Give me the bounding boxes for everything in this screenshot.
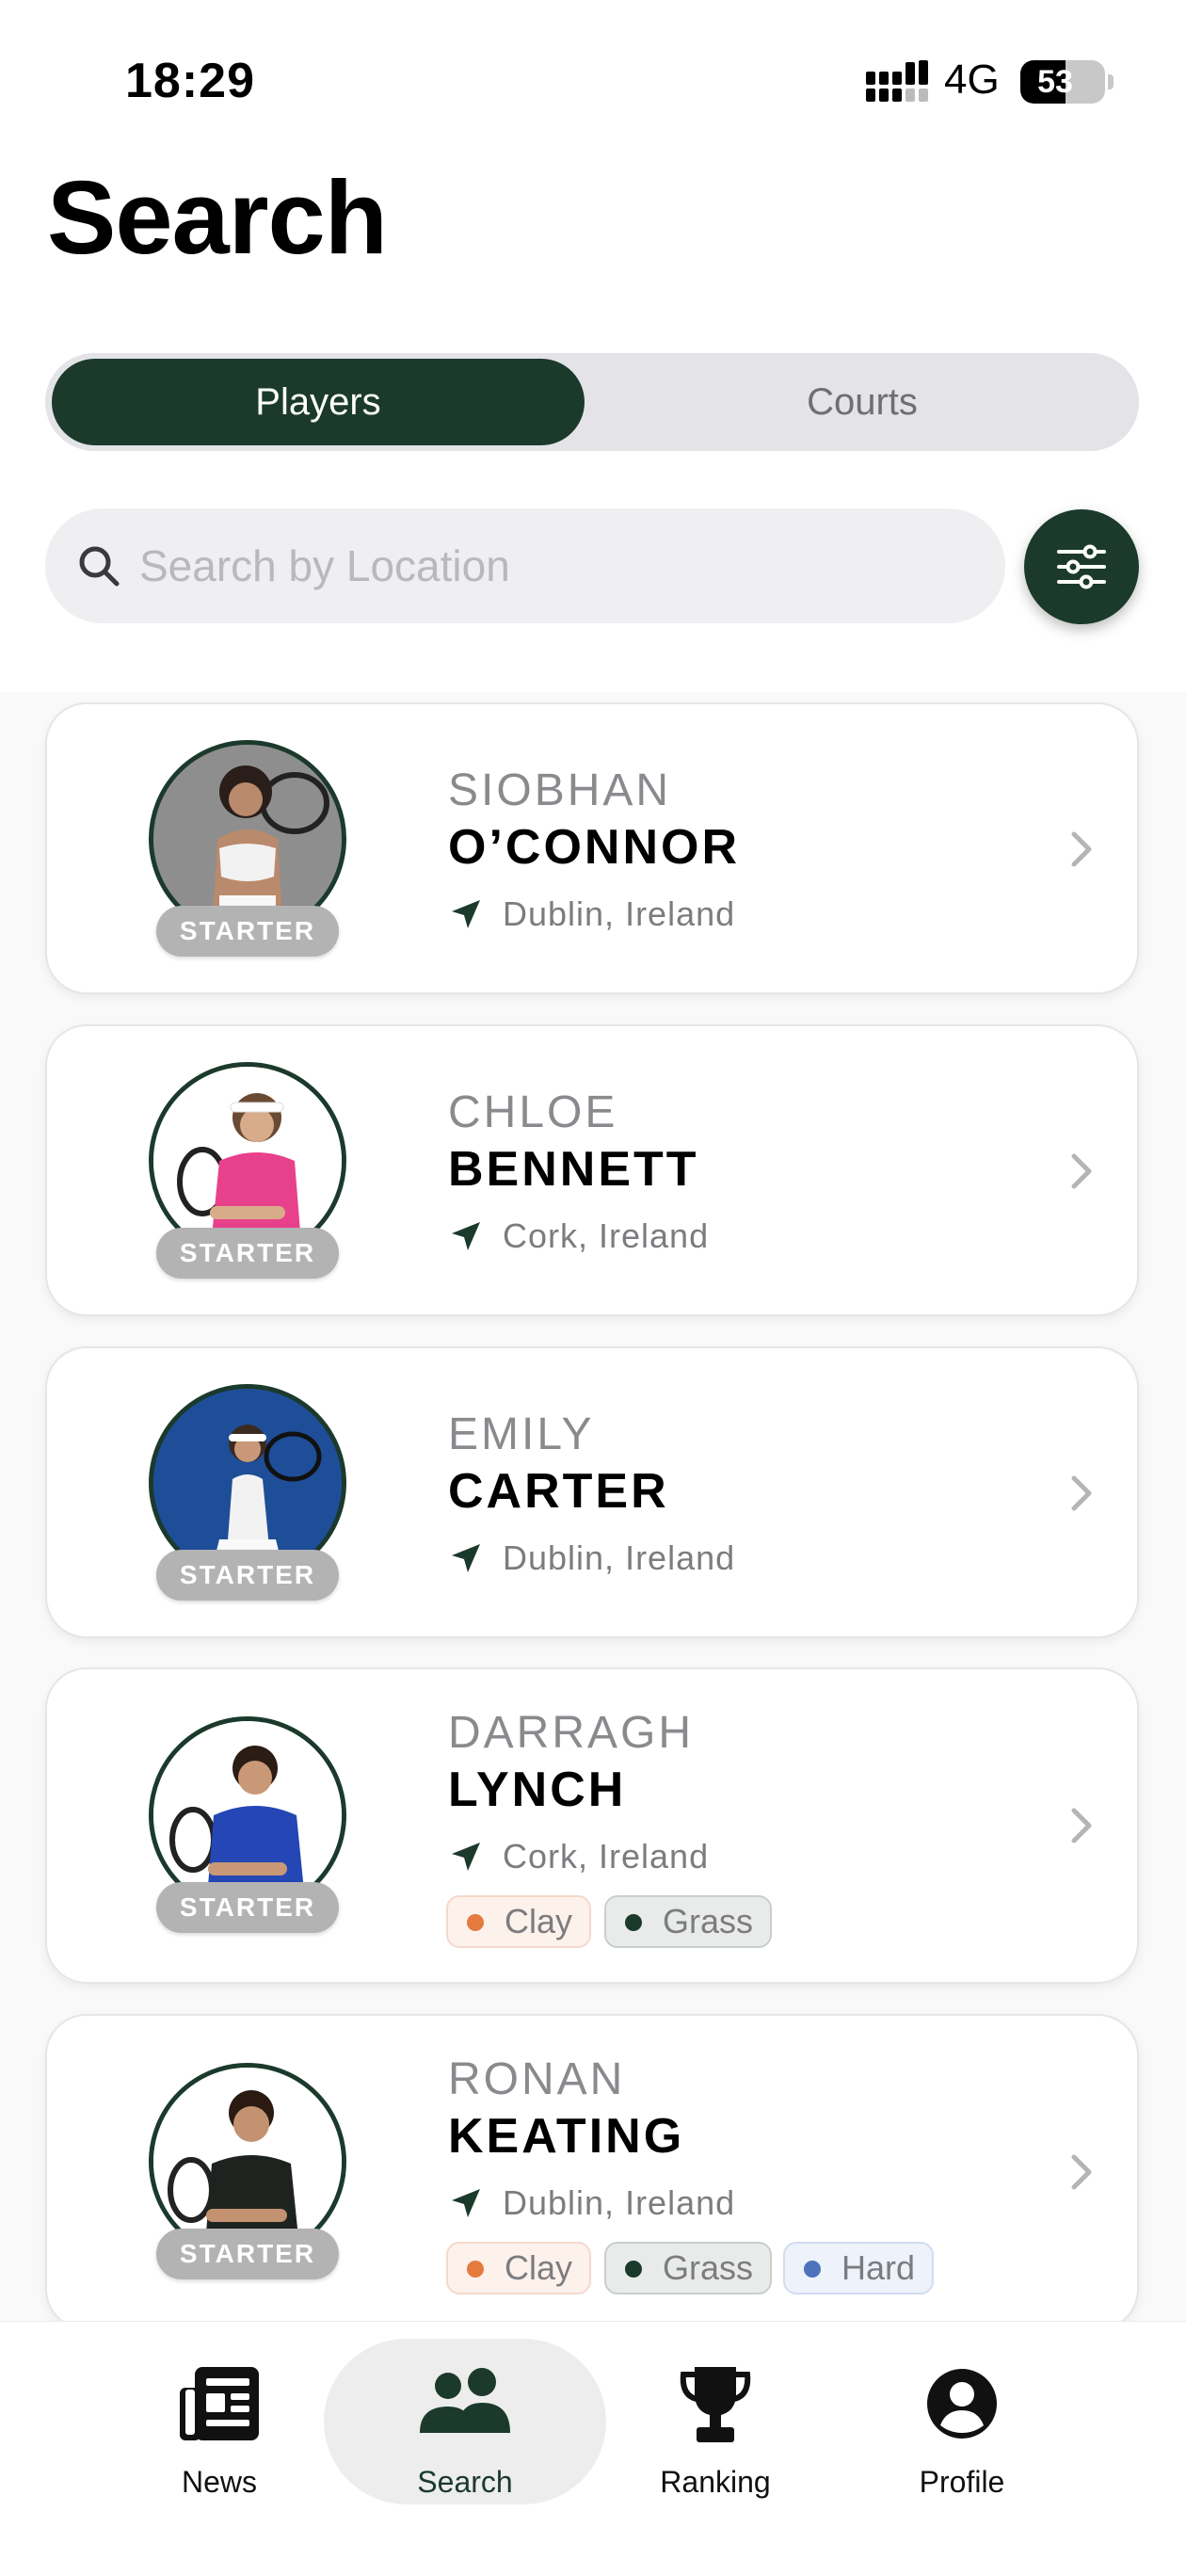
battery-level-text: 53 (1037, 64, 1073, 100)
player-card[interactable]: STARTER SIOBHAN O’CONNOR Dublin, Ireland (45, 702, 1139, 994)
level-badge: STARTER (156, 2229, 339, 2279)
location-arrow-icon (452, 2189, 480, 2217)
surface-tag-clay: Clay (446, 1895, 592, 1948)
player-photo (153, 2068, 342, 2256)
player-first-name: RONAN (448, 2054, 626, 2104)
player-card[interactable]: STARTER EMILY CARTER Dublin, Ireland (45, 1346, 1139, 1638)
player-last-name: BENNETT (448, 1142, 699, 1197)
player-first-name: DARRAGH (448, 1708, 695, 1758)
trophy-icon (680, 2367, 751, 2442)
chevron-right-icon (1071, 831, 1092, 867)
status-time: 18:29 (125, 54, 255, 108)
tab-news-label: News (181, 2465, 257, 2499)
clay-dot-icon (467, 2261, 484, 2278)
tab-players[interactable]: Players (52, 359, 585, 445)
player-last-name: LYNCH (448, 1763, 627, 1817)
surface-tag-clay: Clay (446, 2242, 592, 2294)
hard-dot-icon (804, 2261, 821, 2278)
tab-news[interactable]: News (78, 2339, 361, 2504)
filter-button[interactable] (1024, 509, 1139, 624)
chevron-right-icon (1071, 2154, 1092, 2190)
player-first-name: CHLOE (448, 1087, 618, 1137)
search-bar[interactable] (45, 508, 1005, 623)
level-badge: STARTER (156, 1550, 339, 1601)
player-photo (153, 745, 342, 933)
player-last-name: KEATING (448, 2109, 685, 2164)
battery-nub (1108, 74, 1114, 89)
clay-dot-icon (467, 1914, 484, 1931)
tab-profile[interactable]: Profile (821, 2339, 1103, 2504)
player-last-name: CARTER (448, 1464, 669, 1519)
level-badge: STARTER (156, 906, 339, 957)
player-location: Dublin, Ireland (503, 1538, 736, 1577)
search-input[interactable] (139, 508, 968, 623)
level-badge: STARTER (156, 1228, 339, 1279)
search-icon (79, 546, 120, 587)
network-type: 4G (944, 56, 1000, 103)
page-title: Search (47, 160, 388, 276)
grass-dot-icon (625, 1914, 642, 1931)
tab-profile-label: Profile (919, 2465, 1005, 2499)
player-card[interactable]: STARTER RONAN KEATING Dublin, Ireland Cl… (45, 2014, 1139, 2330)
chevron-right-icon (1071, 1808, 1092, 1843)
surface-tag-grass: Grass (604, 1895, 773, 1948)
sliders-icon (1057, 544, 1106, 589)
surface-tag-hard: Hard (783, 2242, 935, 2294)
player-location: Dublin, Ireland (503, 894, 736, 933)
player-last-name: O’CONNOR (448, 820, 740, 875)
tab-search-label: Search (417, 2465, 513, 2499)
player-first-name: SIOBHAN (448, 765, 672, 815)
profile-icon (927, 2369, 997, 2439)
player-location: Cork, Ireland (503, 1216, 710, 1255)
status-bar: 18:29 4G 53 (0, 0, 1186, 151)
tab-bar: News Search Ranking Profile (0, 2321, 1186, 2576)
player-location: Dublin, Ireland (503, 2183, 736, 2222)
tab-ranking-label: Ranking (660, 2465, 771, 2499)
player-card[interactable]: STARTER CHLOE BENNETT Cork, Ireland (45, 1024, 1139, 1316)
tab-courts[interactable]: Courts (591, 359, 1133, 445)
tab-ranking[interactable]: Ranking (574, 2339, 857, 2504)
grass-dot-icon (625, 2261, 642, 2278)
location-arrow-icon (452, 1843, 480, 1871)
chevron-right-icon (1071, 1153, 1092, 1189)
player-photo (153, 1721, 342, 1909)
location-arrow-icon (452, 1544, 480, 1572)
player-photo (153, 1389, 342, 1577)
player-photo (153, 1067, 342, 1255)
chevron-right-icon (1071, 1475, 1092, 1511)
players-courts-segmented-control: Players Courts (45, 353, 1139, 451)
location-arrow-icon (452, 1222, 480, 1250)
newspaper-icon (180, 2367, 259, 2440)
surface-tag-grass: Grass (604, 2242, 773, 2294)
cellular-signal-icon (866, 60, 928, 102)
player-card[interactable]: STARTER DARRAGH LYNCH Cork, Ireland Clay… (45, 1667, 1139, 1984)
location-arrow-icon (452, 900, 480, 928)
tab-search[interactable]: Search (324, 2339, 606, 2504)
battery-icon: 53 (1020, 60, 1105, 104)
player-location: Cork, Ireland (503, 1837, 710, 1876)
player-first-name: EMILY (448, 1409, 595, 1459)
level-badge: STARTER (156, 1882, 339, 1933)
people-icon (420, 2368, 510, 2433)
